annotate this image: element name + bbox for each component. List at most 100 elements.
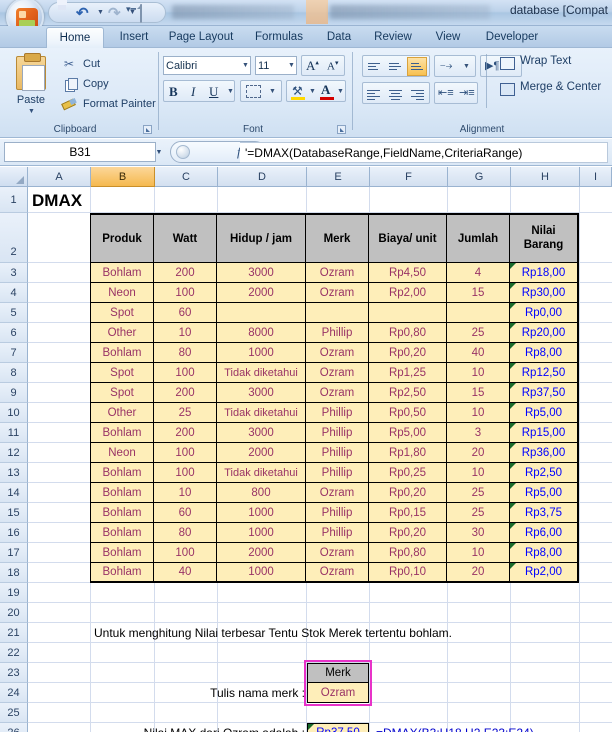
table-cell[interactable]: Ozram bbox=[306, 263, 369, 283]
paste-dropdown-icon[interactable]: ▼ bbox=[28, 108, 35, 115]
table-header-hidup[interactable]: Hidup / jam bbox=[217, 213, 306, 263]
table-cell-nilai[interactable]: Rp18,00 bbox=[510, 263, 579, 283]
paste-icon[interactable] bbox=[16, 53, 46, 91]
table-cell[interactable]: 1000 bbox=[217, 563, 306, 583]
table-cell[interactable]: Neon bbox=[90, 443, 154, 463]
column-header-e[interactable]: E bbox=[307, 167, 370, 187]
row-header-5[interactable]: 5 bbox=[0, 303, 28, 323]
table-cell-nilai[interactable]: Rp2,50 bbox=[510, 463, 579, 483]
table-cell[interactable]: 20 bbox=[447, 443, 510, 463]
table-cell[interactable]: 15 bbox=[447, 283, 510, 303]
column-header-d[interactable]: D bbox=[218, 167, 307, 187]
table-cell[interactable]: Ozram bbox=[306, 383, 369, 403]
table-cell[interactable]: 20 bbox=[447, 563, 510, 583]
table-cell[interactable]: Rp0,20 bbox=[369, 483, 447, 503]
table-cell[interactable]: 100 bbox=[154, 363, 217, 383]
table-cell[interactable]: Rp0,80 bbox=[369, 323, 447, 343]
row-header-9[interactable]: 9 bbox=[0, 383, 28, 403]
table-cell[interactable]: 25 bbox=[447, 503, 510, 523]
select-all-corner[interactable] bbox=[0, 167, 28, 187]
table-cell[interactable]: 40 bbox=[447, 343, 510, 363]
table-cell[interactable]: 1000 bbox=[217, 503, 306, 523]
table-cell[interactable]: Tidak diketahui bbox=[217, 463, 306, 483]
table-cell[interactable]: 60 bbox=[154, 303, 217, 323]
table-cell[interactable]: Rp0,80 bbox=[369, 543, 447, 563]
table-cell[interactable]: Rp5,00 bbox=[369, 423, 447, 443]
table-cell[interactable]: Bohlam bbox=[90, 463, 154, 483]
bold-button[interactable]: B bbox=[169, 84, 178, 100]
table-cell[interactable]: Bohlam bbox=[90, 343, 154, 363]
clipboard-dialog-launcher[interactable] bbox=[143, 125, 152, 134]
column-header-c[interactable]: C bbox=[155, 167, 218, 187]
row-header-16[interactable]: 16 bbox=[0, 523, 28, 543]
table-cell[interactable]: Rp1,80 bbox=[369, 443, 447, 463]
table-cell[interactable]: 3 bbox=[447, 423, 510, 443]
table-header-nilai-barang[interactable]: Nilai Barang bbox=[510, 213, 579, 263]
table-cell[interactable]: 800 bbox=[217, 483, 306, 503]
row-header-4[interactable]: 4 bbox=[0, 283, 28, 303]
table-cell[interactable]: Ozram bbox=[306, 283, 369, 303]
table-cell[interactable]: Rp0,50 bbox=[369, 403, 447, 423]
table-cell[interactable]: 200 bbox=[154, 383, 217, 403]
row-header-18[interactable]: 18 bbox=[0, 563, 28, 583]
column-header-b[interactable]: B bbox=[91, 167, 155, 187]
table-cell[interactable]: 30 bbox=[447, 523, 510, 543]
row-header-26[interactable]: 26 bbox=[0, 723, 28, 732]
tab-view[interactable]: View bbox=[428, 27, 468, 48]
name-box[interactable]: B31 bbox=[4, 142, 156, 162]
table-cell[interactable]: 60 bbox=[154, 503, 217, 523]
table-cell[interactable]: 100 bbox=[154, 543, 217, 563]
table-cell[interactable]: Ozram bbox=[306, 543, 369, 563]
table-cell[interactable]: 10 bbox=[447, 463, 510, 483]
row-header-17[interactable]: 17 bbox=[0, 543, 28, 563]
table-cell[interactable]: Bohlam bbox=[90, 263, 154, 283]
column-header-h[interactable]: H bbox=[511, 167, 580, 187]
table-header-watt[interactable]: Watt bbox=[154, 213, 217, 263]
table-cell[interactable]: Phillip bbox=[306, 403, 369, 423]
row-header-6[interactable]: 6 bbox=[0, 323, 28, 343]
table-cell[interactable]: Phillip bbox=[306, 323, 369, 343]
table-cell[interactable]: 2000 bbox=[217, 443, 306, 463]
table-cell[interactable] bbox=[306, 303, 369, 323]
table-header-biaya[interactable]: Biaya/ unit bbox=[369, 213, 447, 263]
row-header-3[interactable]: 3 bbox=[0, 263, 28, 283]
row-header-1[interactable]: 1 bbox=[0, 187, 28, 213]
table-cell[interactable]: Other bbox=[90, 403, 154, 423]
borders-icon[interactable] bbox=[246, 85, 261, 98]
row-header-24[interactable]: 24 bbox=[0, 683, 28, 703]
table-cell-nilai[interactable]: Rp20,00 bbox=[510, 323, 579, 343]
table-cell[interactable]: Bohlam bbox=[90, 563, 154, 583]
tab-home[interactable]: Home bbox=[46, 27, 104, 48]
row-header-19[interactable]: 19 bbox=[0, 583, 28, 603]
name-box-dropdown-icon[interactable]: ▼ bbox=[152, 143, 166, 161]
table-cell[interactable]: 25 bbox=[447, 483, 510, 503]
table-cell[interactable]: Bohlam bbox=[90, 543, 154, 563]
table-cell[interactable]: 200 bbox=[154, 263, 217, 283]
column-header-a[interactable]: A bbox=[28, 167, 91, 187]
table-cell[interactable]: Tidak diketahui bbox=[217, 363, 306, 383]
table-cell[interactable]: 4 bbox=[447, 263, 510, 283]
table-cell-nilai[interactable]: Rp8,00 bbox=[510, 543, 579, 563]
font-name-dropdown-icon[interactable]: ▼ bbox=[242, 62, 249, 69]
row-header-15[interactable]: 15 bbox=[0, 503, 28, 523]
table-cell[interactable] bbox=[447, 303, 510, 323]
row-header-10[interactable]: 10 bbox=[0, 403, 28, 423]
wrap-text-button[interactable]: Wrap Text bbox=[520, 55, 571, 67]
table-cell-nilai[interactable]: Rp5,00 bbox=[510, 483, 579, 503]
format-painter-icon[interactable] bbox=[62, 98, 76, 112]
align-right-icon[interactable] bbox=[411, 88, 424, 102]
table-cell-nilai[interactable]: Rp0,00 bbox=[510, 303, 579, 323]
text-direction-icon[interactable]: ▶¶ bbox=[485, 59, 499, 72]
table-cell[interactable]: Ozram bbox=[306, 343, 369, 363]
table-cell-nilai[interactable]: Rp12,50 bbox=[510, 363, 579, 383]
table-cell[interactable]: 25 bbox=[447, 323, 510, 343]
copy-icon[interactable] bbox=[64, 78, 78, 92]
increase-indent-icon[interactable]: ⇥≡ bbox=[459, 86, 475, 99]
merge-center-icon[interactable] bbox=[500, 83, 515, 96]
column-header-f[interactable]: F bbox=[370, 167, 448, 187]
decrease-font-size-icon[interactable]: A▾ bbox=[327, 59, 338, 73]
row-header-23[interactable]: 23 bbox=[0, 663, 28, 683]
table-cell[interactable]: 1000 bbox=[217, 523, 306, 543]
table-cell[interactable]: 10 bbox=[154, 323, 217, 343]
row-header-7[interactable]: 7 bbox=[0, 343, 28, 363]
